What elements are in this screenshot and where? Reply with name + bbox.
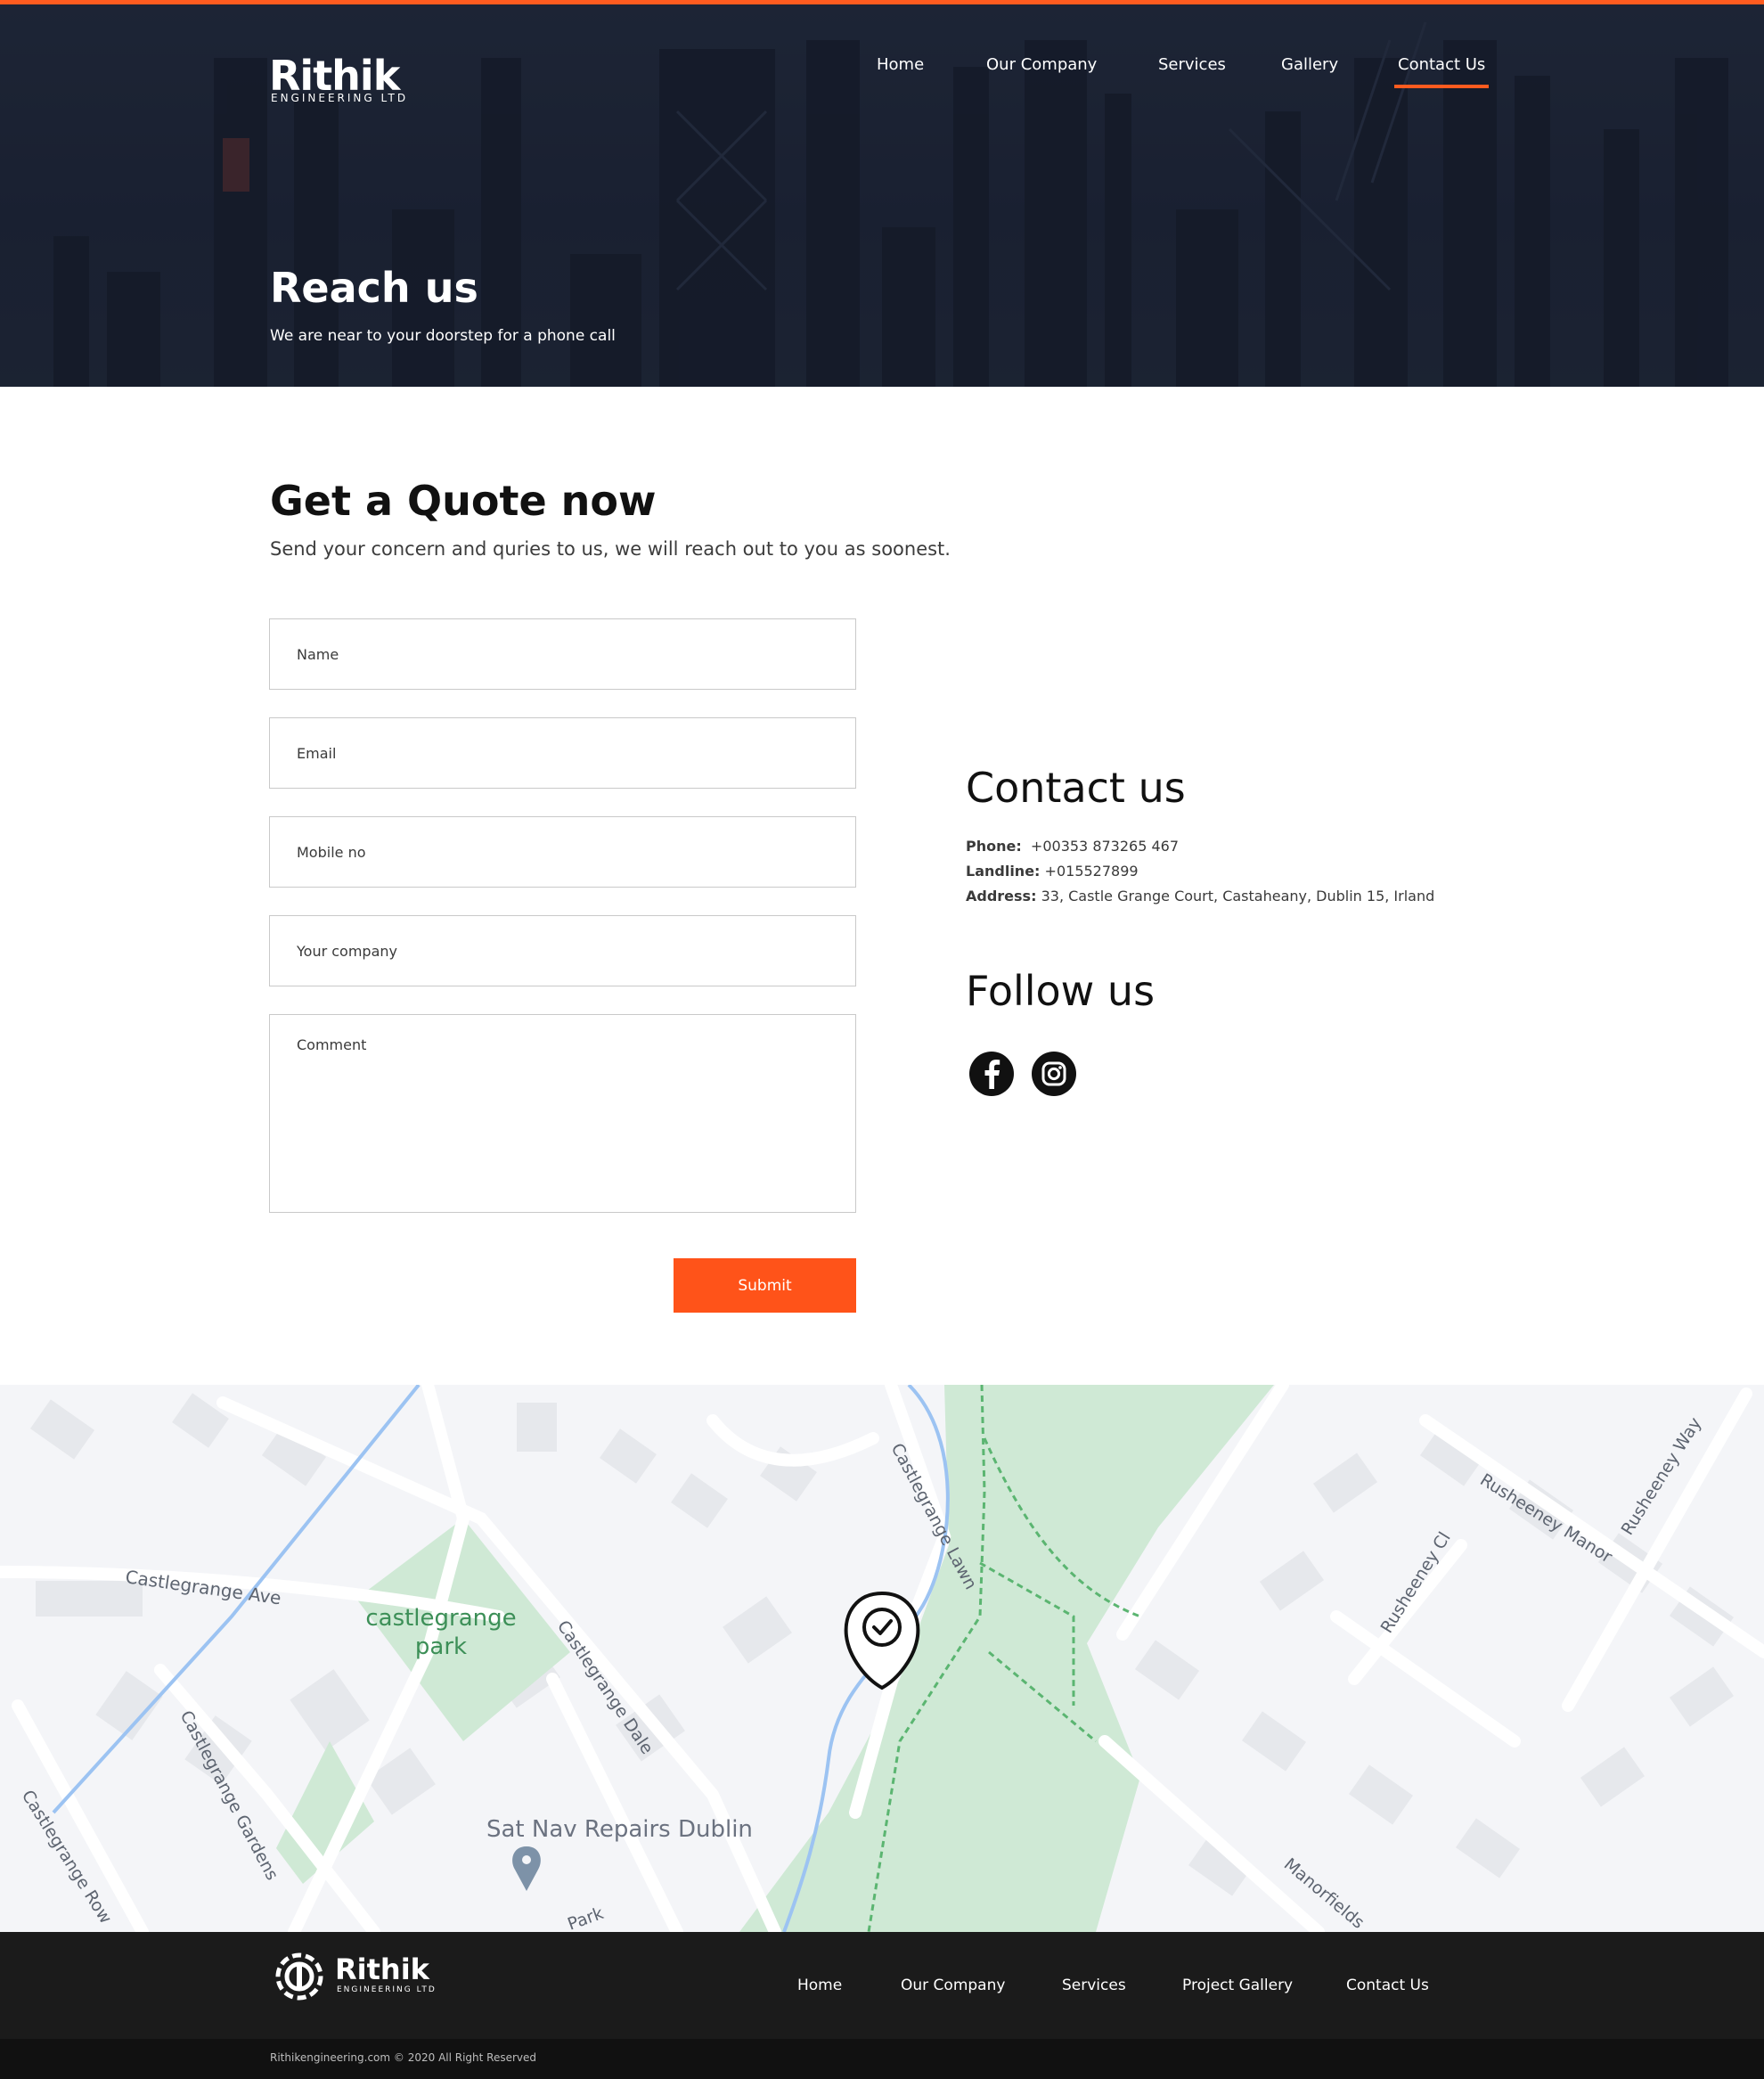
logo-tagline: ENGINEERING LTD <box>271 92 409 104</box>
map-canvas: Castlegrange Ave Castlegrange Lawn Castl… <box>0 1385 1764 1932</box>
map-label-park-line1: castlegrange <box>365 1605 516 1632</box>
follow-title: Follow us <box>966 967 1156 1015</box>
address-value: 33, Castle Grange Court, Castaheany, Dub… <box>1041 888 1435 904</box>
footer-nav-our-company[interactable]: Our Company <box>901 1977 1005 1994</box>
site-logo[interactable]: Rithik ENGINEERING LTD <box>269 49 412 111</box>
nav-our-company[interactable]: Our Company <box>986 54 1097 76</box>
map-label-castlegrange-ave: Castlegrange Ave <box>124 1566 282 1608</box>
map-label-castlegrange-dale: Castlegrange Dale <box>553 1617 657 1757</box>
contact-address: Address: 33, Castle Grange Court, Castah… <box>966 887 1434 906</box>
footer-nav-contact-us[interactable]: Contact Us <box>1346 1977 1429 1994</box>
hero-banner: Rithik ENGINEERING LTD Home Our Company … <box>0 0 1764 387</box>
copyright-text: Rithikengineering.com © 2020 All Right R… <box>270 2051 537 2064</box>
contact-landline: Landline: +015527899 <box>966 862 1139 881</box>
company-input[interactable] <box>269 915 856 986</box>
landline-value: +015527899 <box>1044 863 1139 880</box>
footer-nav-home[interactable]: Home <box>797 1977 842 1994</box>
landline-label: Landline: <box>966 863 1041 880</box>
nav-gallery[interactable]: Gallery <box>1281 54 1338 76</box>
footer-logo-wordmark: Rithik <box>335 1952 429 1986</box>
footer-logo[interactable]: Rithik ENGINEERING LTD <box>273 1950 435 2003</box>
phone-value: +00353 873265 467 <box>1030 838 1180 855</box>
gear-logo-icon <box>275 1952 323 2001</box>
footer-nav-services[interactable]: Services <box>1062 1977 1126 1994</box>
comment-textarea[interactable] <box>269 1014 856 1213</box>
contact-phone: Phone: +00353 873265 467 <box>966 837 1179 856</box>
map-label-park-line2: park <box>415 1633 467 1660</box>
submit-button[interactable]: Submit <box>674 1258 856 1313</box>
contact-title: Contact us <box>966 764 1186 812</box>
hero-subtitle: We are near to your doorstep for a phone… <box>270 327 616 345</box>
map-label-park-partial: Park <box>565 1903 606 1932</box>
nav-home[interactable]: Home <box>877 54 924 76</box>
instagram-icon[interactable] <box>1032 1052 1076 1096</box>
map-poi-pin-icon[interactable] <box>512 1846 541 1891</box>
location-map[interactable]: Castlegrange Ave Castlegrange Lawn Castl… <box>0 1385 1764 1932</box>
nav-services[interactable]: Services <box>1158 54 1226 76</box>
quote-title: Get a Quote now <box>270 477 657 525</box>
mobile-input[interactable] <box>269 816 856 888</box>
footer: Rithik ENGINEERING LTD Home Our Company … <box>0 1932 1764 2039</box>
footer-logo-tagline: ENGINEERING LTD <box>337 1985 437 1994</box>
map-label-rusheeney-cl: Rusheeney Cl <box>1377 1528 1455 1636</box>
nav-contact-us[interactable]: Contact Us <box>1393 54 1490 88</box>
quote-subtitle: Send your concern and quries to us, we w… <box>270 538 951 560</box>
copyright-bar: Rithikengineering.com © 2020 All Right R… <box>0 2039 1764 2079</box>
name-input[interactable] <box>269 618 856 690</box>
facebook-icon[interactable] <box>969 1052 1014 1096</box>
address-label: Address: <box>966 888 1037 904</box>
email-input[interactable] <box>269 717 856 789</box>
map-label-sat-nav: Sat Nav Repairs Dublin <box>486 1816 753 1843</box>
hero-title: Reach us <box>270 264 478 312</box>
phone-label: Phone: <box>966 838 1022 855</box>
footer-nav-project-gallery[interactable]: Project Gallery <box>1182 1977 1293 1994</box>
map-label-manorfields: Manorfields <box>1280 1854 1368 1932</box>
map-label-rusheeney-manor: Rusheeney Manor <box>1476 1470 1615 1567</box>
